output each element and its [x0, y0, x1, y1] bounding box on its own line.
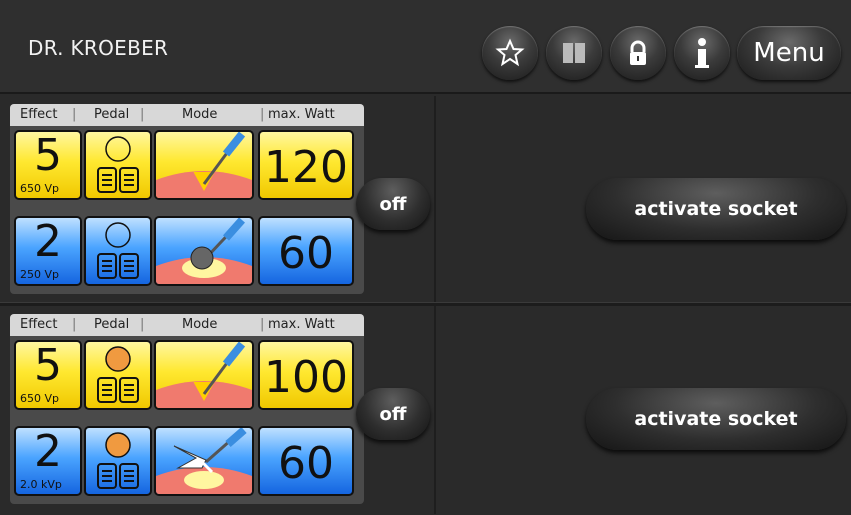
- header-mode: Mode: [182, 317, 218, 332]
- spark-coag-icon: [156, 428, 252, 494]
- settings-panel: Effect | Pedal | Mode | max. Watt 5 650 …: [10, 314, 364, 504]
- cut-max-watt-tile[interactable]: 120: [258, 130, 354, 200]
- info-icon: [695, 38, 709, 68]
- cut-voltage: 650 Vp: [20, 392, 59, 405]
- cut-mode-tile[interactable]: [154, 340, 254, 410]
- cut-effect-value: 5: [34, 130, 62, 181]
- socket-2: Effect | Pedal | Mode | max. Watt 5 650 …: [0, 306, 851, 514]
- header-pedal: Pedal: [94, 107, 130, 122]
- divider: [434, 96, 436, 304]
- cut-effect-tile[interactable]: 5 650 Vp: [14, 340, 82, 410]
- book-icon: [563, 43, 585, 63]
- divider: [434, 306, 436, 514]
- cut-pedal-tile[interactable]: [84, 130, 152, 200]
- pedal-icon: [97, 222, 139, 279]
- column-header: Effect | Pedal | Mode | max. Watt: [10, 314, 364, 336]
- cut-effect-tile[interactable]: 5 650 Vp: [14, 130, 82, 200]
- cut-max-watt-value: 120: [264, 142, 348, 193]
- coag-max-watt-tile[interactable]: 60: [258, 426, 354, 496]
- coag-mode-tile[interactable]: [154, 216, 254, 286]
- cut-electrode-icon: [156, 342, 252, 408]
- coag-effect-value: 2: [34, 426, 62, 477]
- header-effect: Effect: [20, 107, 58, 122]
- manual-button[interactable]: [546, 26, 602, 80]
- coag-voltage: 2.0 kVp: [20, 478, 62, 491]
- off-button[interactable]: off: [356, 388, 430, 440]
- user-name: DR. KROEBER: [28, 36, 169, 60]
- coag-pedal-tile[interactable]: [84, 216, 152, 286]
- coag-max-watt-tile[interactable]: 60: [258, 216, 354, 286]
- coag-effect-tile[interactable]: 2 2.0 kVp: [14, 426, 82, 496]
- star-icon: [495, 38, 525, 67]
- top-bar: DR. KROEBER Menu: [0, 0, 851, 94]
- cut-voltage: 650 Vp: [20, 182, 59, 195]
- coag-effect-value: 2: [34, 216, 62, 267]
- favorites-button[interactable]: [482, 26, 538, 80]
- lock-icon: [630, 40, 646, 65]
- cut-max-watt-value: 100: [264, 352, 348, 403]
- column-header: Effect | Pedal | Mode | max. Watt: [10, 104, 364, 126]
- lock-button[interactable]: [610, 26, 666, 80]
- pedal-icon: [97, 432, 139, 489]
- coag-effect-tile[interactable]: 2 250 Vp: [14, 216, 82, 286]
- ball-electrode-icon: [156, 218, 252, 284]
- off-button[interactable]: off: [356, 178, 430, 230]
- settings-panel: Effect | Pedal | Mode | max. Watt 5 650 …: [10, 104, 364, 294]
- activate-socket-button[interactable]: activate socket: [586, 178, 846, 240]
- info-button[interactable]: [674, 26, 730, 80]
- cut-electrode-icon: [156, 132, 252, 198]
- cut-mode-tile[interactable]: [154, 130, 254, 200]
- pedal-icon: [97, 136, 139, 193]
- header-max-watt: max. Watt: [268, 107, 335, 122]
- menu-button[interactable]: Menu: [737, 26, 841, 80]
- cut-effect-value: 5: [34, 340, 62, 391]
- coag-pedal-tile[interactable]: [84, 426, 152, 496]
- header-pedal: Pedal: [94, 317, 130, 332]
- header-max-watt: max. Watt: [268, 317, 335, 332]
- coag-max-watt-value: 60: [278, 438, 334, 489]
- socket-1: Effect | Pedal | Mode | max. Watt 5 650 …: [0, 96, 851, 304]
- coag-max-watt-value: 60: [278, 228, 334, 279]
- header-effect: Effect: [20, 317, 58, 332]
- activate-socket-button[interactable]: activate socket: [586, 388, 846, 450]
- coag-voltage: 250 Vp: [20, 268, 59, 281]
- pedal-icon: [97, 346, 139, 403]
- header-mode: Mode: [182, 107, 218, 122]
- coag-mode-tile[interactable]: [154, 426, 254, 496]
- cut-max-watt-tile[interactable]: 100: [258, 340, 354, 410]
- cut-pedal-tile[interactable]: [84, 340, 152, 410]
